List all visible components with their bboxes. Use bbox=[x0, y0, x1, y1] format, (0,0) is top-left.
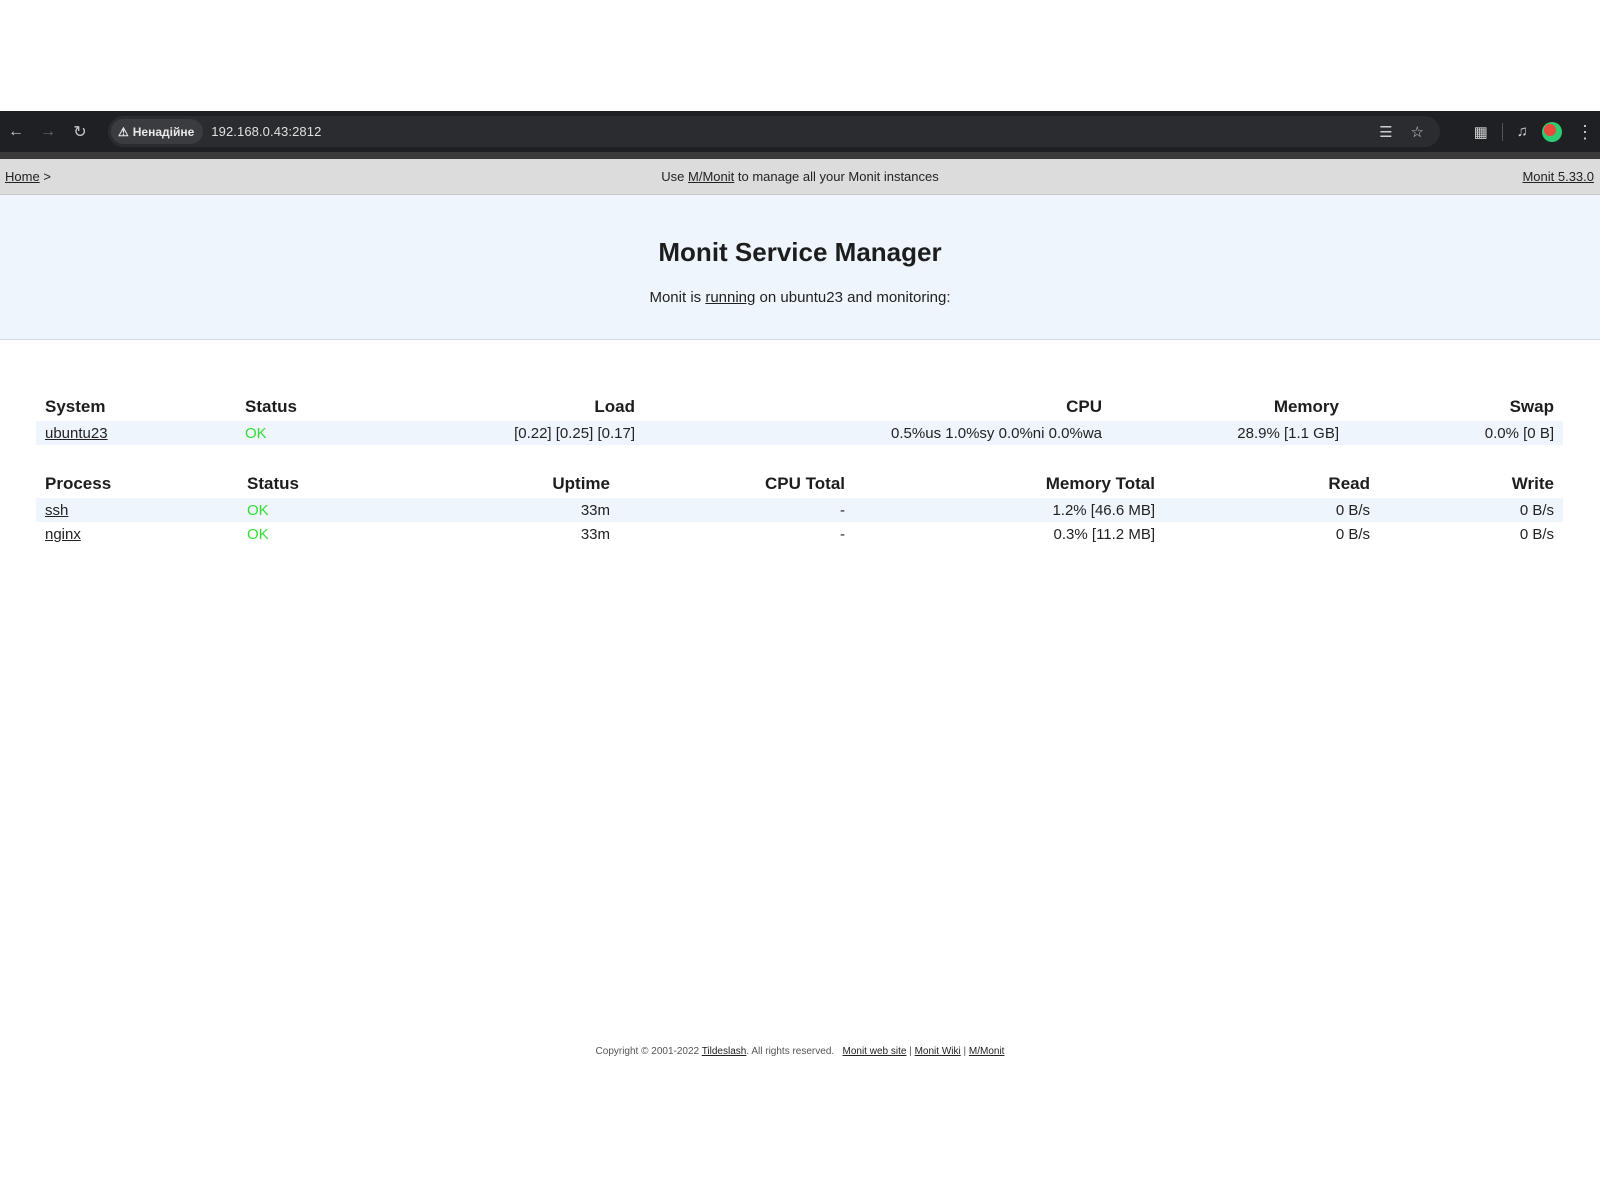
top-blank-area bbox=[0, 0, 1600, 111]
footer-separator: | bbox=[909, 1046, 912, 1057]
mmonit-link[interactable]: M/Monit bbox=[688, 169, 734, 184]
copyright-text: Copyright © 2001-2022 bbox=[595, 1046, 700, 1057]
rights-text: . All rights reserved. bbox=[746, 1046, 835, 1057]
bookmark-star-icon[interactable]: ☆ bbox=[1411, 123, 1424, 141]
col-swap: Swap bbox=[1509, 397, 1554, 416]
system-table: System Status Load CPU Memory Swap ubunt… bbox=[36, 391, 1563, 445]
read-value: 0 B/s bbox=[1335, 501, 1370, 519]
version-link[interactable]: Monit 5.33.0 bbox=[1522, 169, 1594, 184]
process-name-link[interactable]: nginx bbox=[45, 526, 81, 543]
promo-suffix: to manage all your Monit instances bbox=[737, 169, 939, 184]
memory-total-value: 0.3% [11.2 MB] bbox=[1053, 525, 1155, 543]
col-uptime: Uptime bbox=[552, 474, 610, 493]
process-header-row: Process Status Uptime CPU Total Memory T… bbox=[36, 468, 1563, 498]
cpu-total-value: - bbox=[840, 501, 845, 519]
monit-website-link[interactable]: Monit web site bbox=[843, 1046, 907, 1057]
back-arrow-icon[interactable]: ← bbox=[0, 116, 32, 148]
col-system: System bbox=[45, 397, 106, 416]
media-controls-icon[interactable]: ♫ bbox=[1517, 123, 1528, 140]
translate-icon[interactable]: ☰ bbox=[1379, 123, 1392, 141]
system-header-row: System Status Load CPU Memory Swap bbox=[36, 391, 1563, 421]
table-row: nginx OK 33m - 0.3% [11.2 MB] 0 B/s 0 B/… bbox=[36, 522, 1563, 546]
write-value: 0 B/s bbox=[1519, 501, 1554, 519]
header-panel: Monit Service Manager Monit is running o… bbox=[0, 195, 1600, 340]
col-status: Status bbox=[247, 474, 299, 493]
col-load: Load bbox=[594, 397, 635, 416]
security-label: Ненадійне bbox=[132, 124, 195, 139]
profile-avatar[interactable] bbox=[1542, 121, 1562, 142]
page-title: Monit Service Manager bbox=[658, 237, 942, 267]
col-cpu: CPU bbox=[1066, 397, 1102, 416]
forward-arrow-icon[interactable]: → bbox=[32, 116, 64, 148]
cpu-total-value: - bbox=[840, 525, 845, 543]
warning-icon: ⚠ bbox=[118, 124, 129, 139]
promo-prefix: Use bbox=[661, 169, 685, 184]
status-prefix: Monit is bbox=[649, 289, 702, 306]
toolbar-bottom-strip bbox=[0, 152, 1600, 159]
swap-value: 0.0% [0 B] bbox=[1484, 424, 1554, 442]
process-table: Process Status Uptime CPU Total Memory T… bbox=[36, 468, 1563, 546]
memory-total-value: 1.2% [46.6 MB] bbox=[1052, 501, 1155, 519]
col-memory: Memory bbox=[1273, 397, 1339, 416]
read-value: 0 B/s bbox=[1335, 525, 1370, 543]
process-name-link[interactable]: ssh bbox=[45, 502, 68, 519]
col-status: Status bbox=[245, 397, 297, 416]
col-read: Read bbox=[1328, 474, 1370, 493]
monit-wiki-link[interactable]: Monit Wiki bbox=[915, 1046, 961, 1057]
toolbar-divider bbox=[1501, 122, 1503, 141]
table-row: ssh OK 33m - 1.2% [46.6 MB] 0 B/s 0 B/s bbox=[36, 498, 1563, 522]
system-name-link[interactable]: ubuntu23 bbox=[45, 425, 108, 442]
url-text[interactable]: 192.168.0.43:2812 bbox=[211, 124, 321, 139]
load-value: [0.22] [0.25] [0.17] bbox=[514, 424, 635, 442]
extensions-icon[interactable]: ▦ bbox=[1474, 123, 1488, 141]
more-menu-icon[interactable]: ⋮ bbox=[1576, 123, 1594, 141]
cpu-value: 0.5%us 1.0%sy 0.0%ni 0.0%wa bbox=[891, 424, 1102, 442]
col-write: Write bbox=[1511, 474, 1554, 493]
memory-value: 28.9% [1.1 GB] bbox=[1237, 424, 1339, 442]
col-memory-total: Memory Total bbox=[1045, 474, 1155, 493]
uptime-value: 33m bbox=[580, 525, 610, 543]
footer: Copyright © 2001-2022 Tildeslash. All ri… bbox=[0, 1046, 1600, 1057]
status-badge: OK bbox=[247, 525, 269, 543]
monit-status-line: Monit is running on ubuntu23 and monitor… bbox=[0, 289, 1600, 306]
tildeslash-link[interactable]: Tildeslash bbox=[702, 1046, 747, 1057]
security-chip[interactable]: ⚠ Ненадійне bbox=[111, 119, 204, 144]
write-value: 0 B/s bbox=[1519, 525, 1554, 543]
browser-toolbar: ← → ↻ ⚠ Ненадійне 192.168.0.43:2812 ☰ ☆ … bbox=[0, 111, 1600, 152]
monit-nav-bar: Home > Use M/Monit to manage all your Mo… bbox=[0, 159, 1600, 195]
status-badge: OK bbox=[245, 424, 267, 442]
status-suffix: on ubuntu23 and monitoring: bbox=[759, 289, 951, 306]
col-process: Process bbox=[45, 474, 112, 493]
reload-icon[interactable]: ↻ bbox=[64, 116, 96, 148]
main-content: System Status Load CPU Memory Swap ubunt… bbox=[0, 391, 1600, 546]
footer-separator: | bbox=[963, 1046, 967, 1057]
table-row: ubuntu23 OK [0.22] [0.25] [0.17] 0.5%us … bbox=[36, 421, 1563, 445]
running-link[interactable]: running bbox=[705, 289, 755, 306]
status-badge: OK bbox=[247, 501, 269, 519]
uptime-value: 33m bbox=[580, 501, 610, 519]
promo-text: Use M/Monit to manage all your Monit ins… bbox=[0, 169, 1600, 184]
footer-mmonit-link[interactable]: M/Monit bbox=[969, 1046, 1005, 1057]
col-cpu-total: CPU Total bbox=[765, 474, 845, 493]
address-bar[interactable]: ⚠ Ненадійне 192.168.0.43:2812 ☰ ☆ bbox=[108, 116, 1440, 147]
